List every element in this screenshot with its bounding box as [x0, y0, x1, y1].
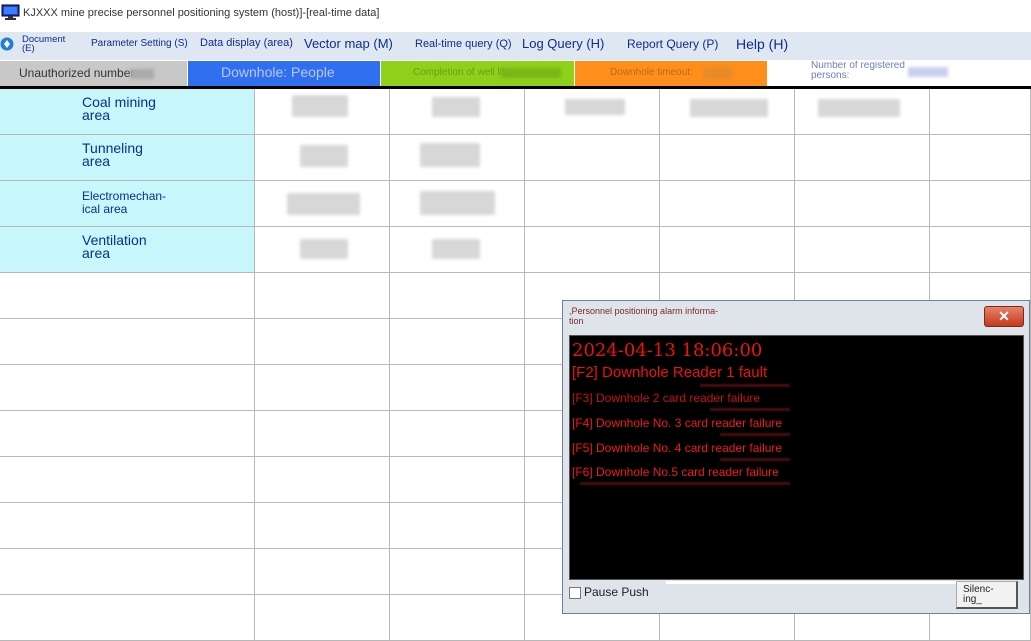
status-registered-label: Number of registered persons:	[811, 61, 905, 81]
alarm-message: [F2] Downhole Reader 1 fault	[572, 364, 768, 381]
grid-cell	[255, 595, 390, 641]
menu-data-display[interactable]: Data display (area)	[200, 37, 293, 49]
grid-cell	[660, 227, 795, 273]
redacted-value	[690, 99, 768, 117]
alarm-message: [F6] Downhole No.5 card reader failure	[572, 465, 779, 479]
title-bar: KJXXX mine precise personnel positioning…	[0, 0, 1031, 30]
redacted-value	[818, 99, 900, 117]
grid-cell	[660, 181, 795, 227]
menu-realtime-query[interactable]: Real-time query (Q)	[415, 38, 512, 50]
area-label: Electromechan- ical area	[82, 189, 167, 216]
status-downhole-timeout: Downhole timeout:	[575, 61, 767, 86]
alarm-message: [F5] Downhole No. 4 card reader failure	[572, 441, 783, 455]
area-cell	[0, 503, 255, 549]
grid-cell	[255, 273, 390, 319]
redacted-value	[420, 191, 495, 215]
status-registered: Number of registered persons:	[768, 61, 1031, 86]
area-label: Coal mining area	[82, 94, 156, 123]
area-label: Tunneling area	[82, 140, 143, 169]
grid-cell	[390, 549, 525, 595]
menu-parameter-setting[interactable]: Parameter Setting (S)	[91, 38, 188, 49]
area-cell	[0, 457, 255, 503]
alarm-message: [F4] Downhole No. 3 card reader failure	[572, 416, 783, 430]
status-downhole-people: Downhole: People	[188, 61, 380, 86]
grid-cell	[660, 135, 795, 181]
alarm-dialog: ,Personnel positioning alarm informa- ti…	[562, 300, 1030, 614]
grid-cell	[255, 549, 390, 595]
grid-cell	[390, 457, 525, 503]
grid-cell	[255, 457, 390, 503]
close-button[interactable]: ✕	[984, 306, 1024, 327]
area-cell	[0, 595, 255, 641]
grid-cell	[930, 89, 1031, 135]
redacted-value	[432, 97, 480, 117]
grid-cell	[390, 365, 525, 411]
document-icon	[0, 37, 14, 51]
status-unauthorized: Unauthorized number:	[0, 61, 187, 86]
alarm-timestamp: 2024-04-13 18:06:00	[572, 340, 763, 361]
grid-cell	[390, 273, 525, 319]
redacted-value	[432, 239, 480, 259]
silencing-button[interactable]: Silenc- ing_	[956, 581, 1018, 609]
grid-cell	[525, 227, 660, 273]
menu-vector-map[interactable]: Vector map (M)	[304, 36, 393, 51]
menu-help[interactable]: Help (H)	[736, 36, 788, 52]
status-completion: Completion of well lif...	[381, 61, 574, 86]
status-unauthorized-label: Unauthorized number:	[19, 66, 138, 80]
area-cell	[0, 273, 255, 319]
menu-document[interactable]: Document (E)	[22, 35, 65, 54]
area-cell	[0, 549, 255, 595]
grid-cell	[390, 319, 525, 365]
alarm-console: 2024-04-13 18:06:00 [F2] Downhole Reader…	[569, 335, 1024, 580]
grid-cell	[795, 181, 930, 227]
close-icon: ✕	[998, 308, 1010, 324]
grid-cell	[930, 181, 1031, 227]
redacted-value	[300, 145, 348, 167]
grid-cell	[390, 503, 525, 549]
redacted-value	[300, 239, 348, 259]
redacted-value	[420, 143, 480, 167]
alarm-dialog-title: ,Personnel positioning alarm informa- ti…	[569, 306, 719, 326]
redacted-value	[565, 99, 625, 115]
status-completion-label: Completion of well lif...	[413, 67, 514, 78]
status-downhole-people-label: Downhole: People	[221, 64, 335, 80]
monitor-icon	[1, 4, 20, 20]
grid-cell	[255, 365, 390, 411]
redacted-value	[287, 193, 360, 215]
pause-push-label: Pause Push	[584, 585, 649, 599]
window-title: KJXXX mine precise personnel positioning…	[23, 7, 380, 19]
grid-cell	[525, 135, 660, 181]
pause-push-checkbox[interactable]	[569, 587, 581, 599]
area-cell	[0, 411, 255, 457]
grid-cell	[930, 135, 1031, 181]
grid-cell	[390, 595, 525, 641]
area-cell	[0, 319, 255, 365]
grid-cell	[525, 181, 660, 227]
menu-log-query[interactable]: Log Query (H)	[522, 36, 604, 51]
grid-cell	[255, 503, 390, 549]
area-label: Ventilation area	[82, 232, 147, 261]
area-cell	[0, 365, 255, 411]
grid-cell	[795, 135, 930, 181]
status-downhole-timeout-label: Downhole timeout:	[610, 67, 693, 78]
grid-cell	[255, 319, 390, 365]
redacted-value	[292, 95, 348, 117]
alarm-message: [F3] Downhole 2 card reader failure	[572, 391, 761, 405]
menu-report-query[interactable]: Report Query (P)	[627, 37, 718, 51]
grid-cell	[795, 227, 930, 273]
grid-cell	[930, 227, 1031, 273]
grid-cell	[390, 411, 525, 457]
grid-cell	[255, 411, 390, 457]
